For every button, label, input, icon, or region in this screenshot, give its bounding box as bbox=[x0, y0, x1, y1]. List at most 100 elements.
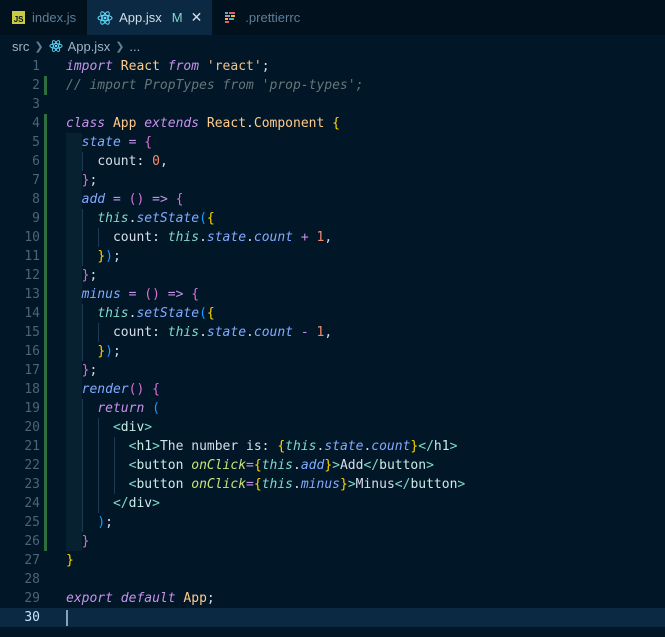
code-line[interactable]: 26 } bbox=[0, 532, 665, 551]
code-text: return ( bbox=[97, 401, 160, 416]
line-number: 7 bbox=[32, 173, 40, 188]
tab-prettierrc[interactable]: .prettierrc bbox=[213, 0, 312, 35]
line-number: 14 bbox=[24, 306, 40, 321]
line-number: 6 bbox=[32, 154, 40, 169]
line-number: 4 bbox=[32, 116, 40, 131]
modified-indicator: M bbox=[171, 10, 183, 25]
code-line[interactable]: 14 this.setState({ bbox=[0, 304, 665, 323]
line-number: 3 bbox=[32, 97, 40, 112]
code-text: }; bbox=[81, 173, 98, 188]
line-number: 8 bbox=[32, 192, 40, 207]
code-line[interactable]: 24 </div> bbox=[0, 494, 665, 513]
code-line[interactable]: 9 this.setState({ bbox=[0, 209, 665, 228]
code-line[interactable]: 19 return ( bbox=[0, 399, 665, 418]
code-line[interactable]: 28 bbox=[0, 570, 665, 589]
code-text: }; bbox=[81, 268, 98, 283]
code-line[interactable]: 23 <button onClick={this.minus}>Minus</b… bbox=[0, 475, 665, 494]
code-line[interactable]: 20 <div> bbox=[0, 418, 665, 437]
code-line[interactable]: 7 }; bbox=[0, 171, 665, 190]
tab-label: .prettierrc bbox=[245, 10, 301, 25]
code-line[interactable]: 4 class App extends React.Component { bbox=[0, 114, 665, 133]
code-text: count: 0, bbox=[97, 154, 168, 169]
editor-tab-bar: JS index.js App.jsx M ✕ .prettierrc bbox=[0, 0, 665, 35]
line-number: 24 bbox=[24, 496, 40, 511]
line-number: 23 bbox=[24, 477, 40, 492]
tab-app-jsx[interactable]: App.jsx M ✕ bbox=[87, 0, 214, 35]
tab-label: App.jsx bbox=[119, 10, 162, 25]
react-icon bbox=[49, 39, 63, 53]
code-line[interactable]: 22 <button onClick={this.add}>Add</butto… bbox=[0, 456, 665, 475]
code-line[interactable]: 2 // import PropTypes from 'prop-types'; bbox=[0, 76, 665, 95]
code-text: ); bbox=[97, 515, 113, 530]
code-text: <h1>The number is: {this.state.count}</h… bbox=[128, 439, 458, 454]
close-icon[interactable]: ✕ bbox=[191, 9, 203, 26]
code-text: export default App; bbox=[66, 591, 215, 606]
code-line[interactable]: 25 ); bbox=[0, 513, 665, 532]
tab-index-js[interactable]: JS index.js bbox=[0, 0, 88, 35]
code-line[interactable]: 10 count: this.state.count + 1, bbox=[0, 228, 665, 247]
line-number: 10 bbox=[24, 230, 40, 245]
line-number: 25 bbox=[24, 515, 40, 530]
code-line[interactable]: 17 }; bbox=[0, 361, 665, 380]
code-text: this.setState({ bbox=[97, 211, 215, 226]
code-line[interactable]: 15 count: this.state.count - 1, bbox=[0, 323, 665, 342]
code-text: state = { bbox=[81, 135, 153, 150]
code-line[interactable]: 13 minus = () => { bbox=[0, 285, 665, 304]
code-text: }; bbox=[81, 363, 98, 378]
line-number: 22 bbox=[24, 458, 40, 473]
line-number: 19 bbox=[24, 401, 40, 416]
prettier-icon bbox=[223, 10, 239, 26]
code-text: this.setState({ bbox=[97, 306, 215, 321]
line-number: 27 bbox=[24, 553, 40, 568]
line-number: 11 bbox=[24, 249, 40, 264]
line-number: 12 bbox=[24, 268, 40, 283]
js-file-icon: JS bbox=[10, 10, 26, 26]
line-number: 16 bbox=[24, 344, 40, 359]
line-number: 21 bbox=[24, 439, 40, 454]
code-line[interactable]: 6 count: 0, bbox=[0, 152, 665, 171]
code-line[interactable]: 8 add = () => { bbox=[0, 190, 665, 209]
code-text: // import PropTypes from 'prop-types'; bbox=[66, 78, 364, 93]
code-line[interactable]: 27} bbox=[0, 551, 665, 570]
line-number: 30 bbox=[24, 610, 40, 625]
chevron-right-icon: ❯ bbox=[115, 40, 125, 53]
code-text: } bbox=[81, 534, 90, 549]
code-text: minus = () => { bbox=[81, 287, 200, 302]
code-text: count: this.state.count + 1, bbox=[112, 230, 333, 245]
code-line[interactable]: 21 <h1>The number is: {this.state.count}… bbox=[0, 437, 665, 456]
line-number: 5 bbox=[32, 135, 40, 150]
line-number: 18 bbox=[24, 382, 40, 397]
line-number: 26 bbox=[24, 534, 40, 549]
code-line[interactable]: 12 }; bbox=[0, 266, 665, 285]
code-text: <div> bbox=[112, 420, 153, 435]
code-text: add = () => { bbox=[81, 192, 184, 207]
code-line[interactable]: 18 render() { bbox=[0, 380, 665, 399]
code-text: }); bbox=[97, 344, 121, 359]
line-number: 1 bbox=[32, 59, 40, 74]
tab-label: index.js bbox=[32, 10, 77, 25]
line-number: 2 bbox=[32, 78, 40, 93]
code-line[interactable]: 5 state = { bbox=[0, 133, 665, 152]
code-text: } bbox=[66, 553, 74, 568]
breadcrumb-folder[interactable]: src bbox=[12, 39, 29, 54]
code-editor[interactable]: 1 import React from 'react'; 2 // import Pr… bbox=[0, 57, 665, 637]
breadcrumb: src ❯ App.jsx ❯ ... bbox=[0, 35, 665, 57]
react-icon bbox=[97, 10, 113, 26]
line-number: 15 bbox=[24, 325, 40, 340]
code-text: count: this.state.count - 1, bbox=[112, 325, 333, 340]
line-number: 29 bbox=[24, 591, 40, 606]
breadcrumb-more[interactable]: ... bbox=[129, 39, 140, 54]
code-line[interactable]: 11 }); bbox=[0, 247, 665, 266]
breadcrumb-file[interactable]: App.jsx bbox=[68, 39, 111, 54]
code-line[interactable]: 29 export default App; bbox=[0, 589, 665, 608]
code-text: </div> bbox=[112, 496, 160, 511]
line-number: 9 bbox=[32, 211, 40, 226]
line-number: 17 bbox=[24, 363, 40, 378]
code-line[interactable]: 1 import React from 'react'; bbox=[0, 57, 665, 76]
code-line[interactable]: 3 bbox=[0, 95, 665, 114]
code-text: render() { bbox=[81, 382, 160, 397]
code-line[interactable]: 16 }); bbox=[0, 342, 665, 361]
line-number: 28 bbox=[24, 572, 40, 587]
code-text: <button onClick={this.minus}>Minus</butt… bbox=[128, 477, 466, 492]
code-line[interactable]: 30 bbox=[0, 608, 665, 627]
